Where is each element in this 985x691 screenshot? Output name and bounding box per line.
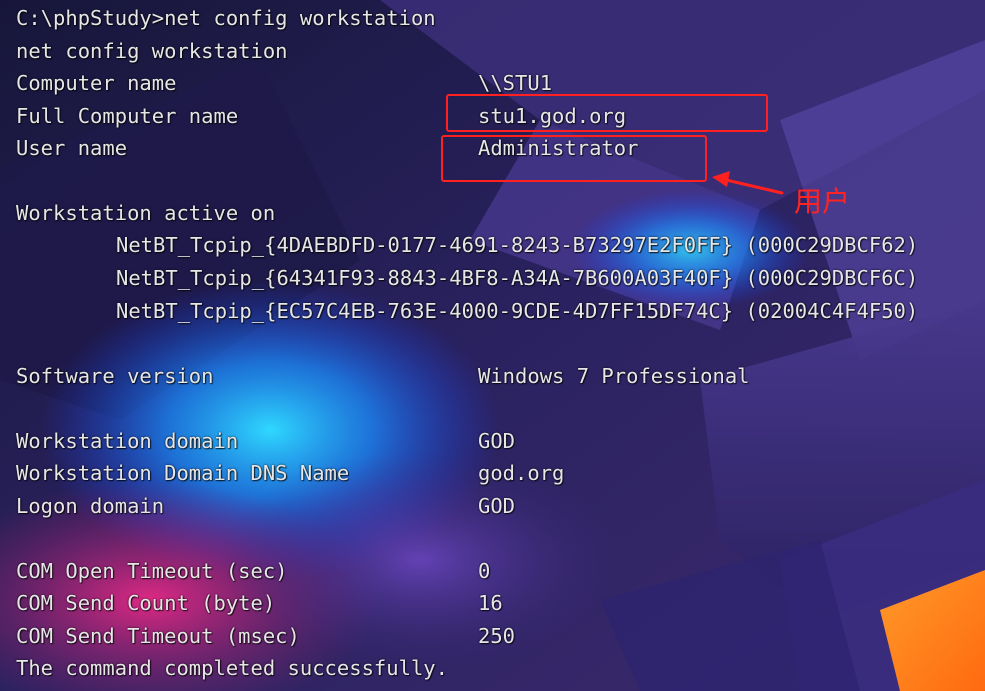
result-message: The command completed successfully. [16, 656, 448, 680]
prompt-line: C:\phpStudy>net config workstation [16, 6, 436, 30]
adapter-line: NetBT_Tcpip_{64341F93-8843-4BF8-A34A-7B6… [116, 266, 919, 290]
com-send-timeout-label: COM Send Timeout (msec) [16, 624, 300, 648]
domain-dns-name-value: god.org [478, 461, 565, 485]
full-computer-name-label: Full Computer name [16, 104, 239, 128]
domain-dns-name-label: Workstation Domain DNS Name [16, 461, 350, 485]
com-send-timeout-value: 250 [478, 624, 516, 648]
com-open-timeout-value: 0 [478, 559, 491, 583]
com-open-timeout-label: COM Open Timeout (sec) [16, 559, 288, 583]
software-version-label: Software version [16, 364, 214, 388]
com-send-count-label: COM Send Count (byte) [16, 591, 276, 615]
highlight-box-full-computer-name [446, 94, 768, 132]
logon-domain-label: Logon domain [16, 494, 165, 518]
annotation-arrow-icon [712, 171, 784, 195]
user-name-label: User name [16, 136, 128, 160]
adapter-line: NetBT_Tcpip_{4DAEBDFD-0177-4691-8243-B73… [116, 233, 919, 257]
computer-name-label: Computer name [16, 71, 177, 95]
workstation-domain-value: GOD [478, 429, 516, 453]
highlight-box-user-name [441, 135, 707, 182]
workstation-domain-label: Workstation domain [16, 429, 239, 453]
adapter-line: NetBT_Tcpip_{EC57C4EB-763E-4000-9CDE-4D7… [116, 299, 919, 323]
workstation-active-header: Workstation active on [16, 201, 276, 225]
com-send-count-value: 16 [478, 591, 503, 615]
command-echo: net config workstation [16, 39, 288, 63]
software-version-value: Windows 7 Professional [478, 364, 750, 388]
logon-domain-value: GOD [478, 494, 516, 518]
annotation-label: 用户 [794, 185, 851, 218]
